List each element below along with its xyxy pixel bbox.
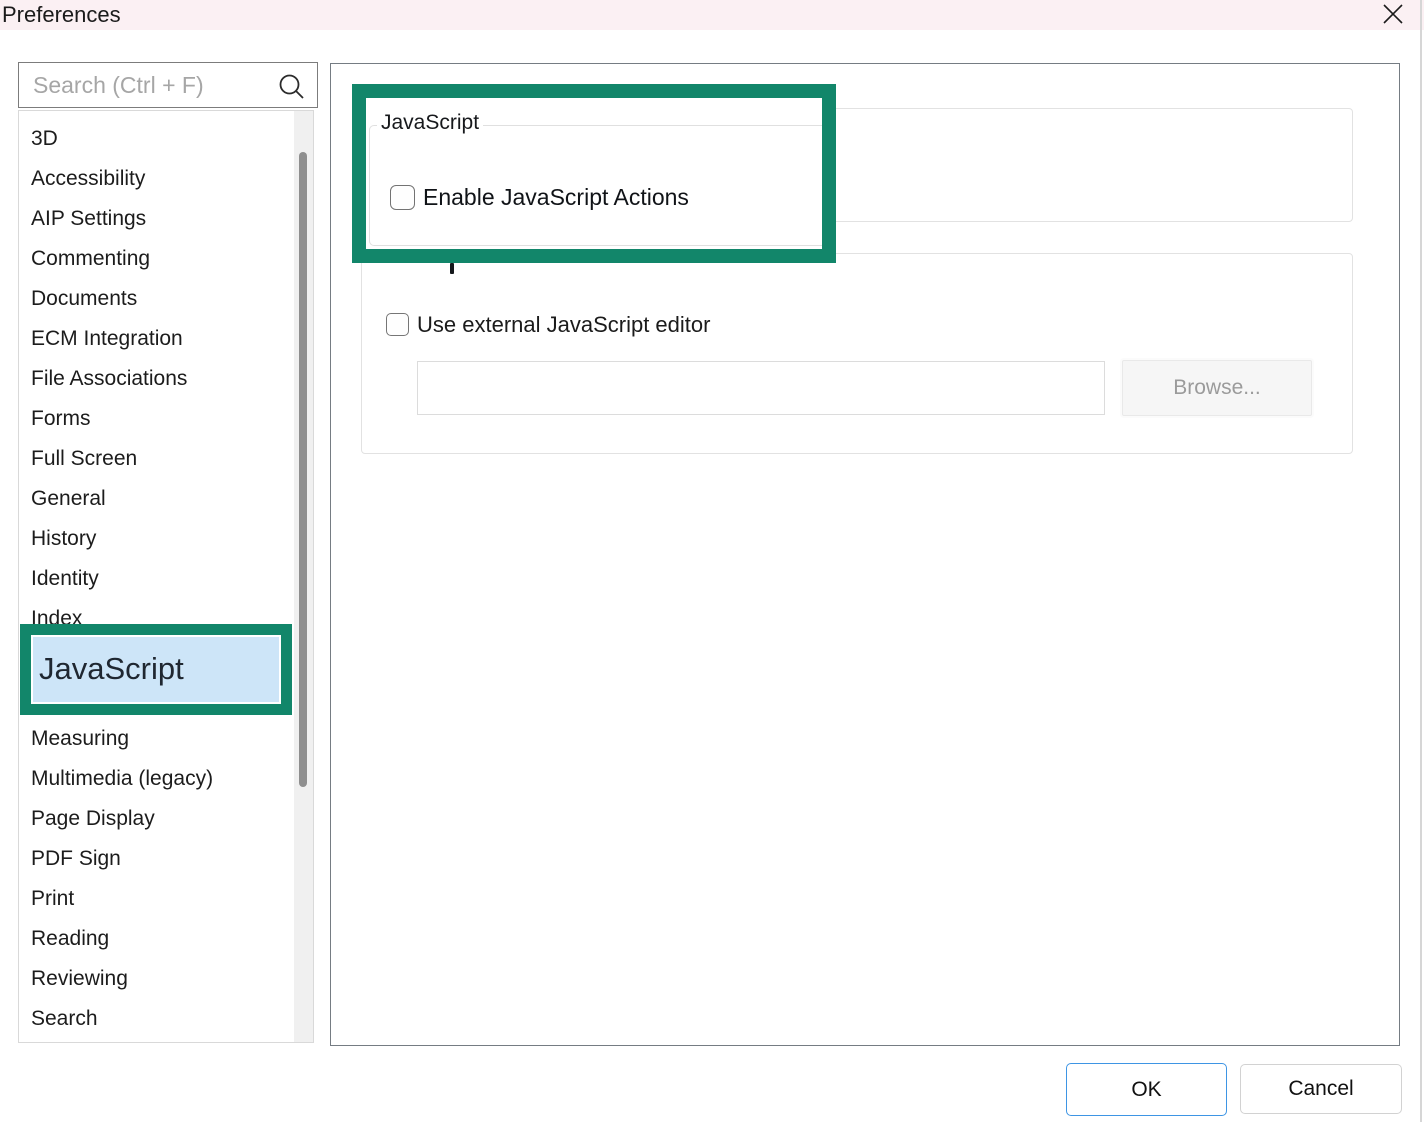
annotation-box-sidebar-javascript: JavaScript	[20, 624, 292, 715]
scrollbar-thumb[interactable]	[299, 152, 307, 787]
category-list: 3DAccessibilityAIP SettingsCommentingDoc…	[18, 110, 314, 1043]
window-right-edge	[1420, 0, 1422, 1122]
search-input[interactable]	[31, 64, 261, 106]
titlebar: Preferences	[0, 0, 1424, 30]
sidebar-item[interactable]: Forms	[19, 399, 313, 439]
ok-button[interactable]: OK	[1066, 1063, 1227, 1116]
use-external-editor-label: Use external JavaScript editor	[417, 311, 710, 338]
sidebar-item[interactable]: Commenting	[19, 239, 313, 279]
category-list-top: 3DAccessibilityAIP SettingsCommentingDoc…	[19, 111, 313, 639]
enable-javascript-label: Enable JavaScript Actions	[423, 183, 689, 211]
scrollbar-track[interactable]	[294, 111, 313, 1042]
sidebar-item[interactable]: Full Screen	[19, 439, 313, 479]
sidebar-item[interactable]: AIP Settings	[19, 199, 313, 239]
settings-panel: Use external JavaScript editor Browse...…	[330, 63, 1400, 1046]
sidebar-item[interactable]: Measuring	[19, 719, 289, 759]
covered-legend-text-fragment	[450, 263, 454, 274]
enable-javascript-checkbox[interactable]	[390, 185, 415, 210]
close-icon	[1381, 2, 1405, 26]
sidebar-item[interactable]: Accessibility	[19, 159, 313, 199]
dialog-title: Preferences	[2, 0, 121, 29]
sidebar-item[interactable]: Print	[19, 879, 289, 919]
browse-button[interactable]: Browse...	[1122, 360, 1312, 416]
sidebar-item[interactable]: Reading	[19, 919, 289, 959]
search-icon	[278, 73, 305, 100]
sidebar-item[interactable]: General	[19, 479, 313, 519]
sidebar-item[interactable]: PDF Sign	[19, 839, 289, 879]
external-editor-group-box	[361, 253, 1353, 454]
sidebar-item[interactable]: Identity	[19, 559, 313, 599]
sidebar-item[interactable]: History	[19, 519, 313, 559]
editor-path-input[interactable]	[417, 361, 1105, 415]
sidebar-item-javascript-selected[interactable]: JavaScript	[31, 635, 281, 704]
sidebar-item[interactable]: Page Display	[19, 799, 289, 839]
annotation-box-javascript-group: JavaScript Enable JavaScript Actions	[352, 84, 836, 263]
sidebar-item[interactable]: Multimedia (legacy)	[19, 759, 289, 799]
use-external-editor-checkbox[interactable]	[386, 313, 409, 336]
javascript-group-legend: JavaScript	[377, 111, 483, 135]
sidebar-item[interactable]: 3D	[19, 119, 313, 159]
sidebar-item[interactable]: File Associations	[19, 359, 313, 399]
sidebar-item[interactable]: Documents	[19, 279, 313, 319]
search-box	[18, 62, 318, 108]
close-button[interactable]	[1370, 0, 1408, 29]
sidebar-item[interactable]: ECM Integration	[19, 319, 313, 359]
sidebar-item[interactable]: Reviewing	[19, 959, 289, 999]
cancel-button[interactable]: Cancel	[1240, 1064, 1402, 1114]
sidebar-item[interactable]: Search	[19, 999, 289, 1039]
category-list-bottom: MeasuringMultimedia (legacy)Page Display…	[19, 719, 289, 1039]
